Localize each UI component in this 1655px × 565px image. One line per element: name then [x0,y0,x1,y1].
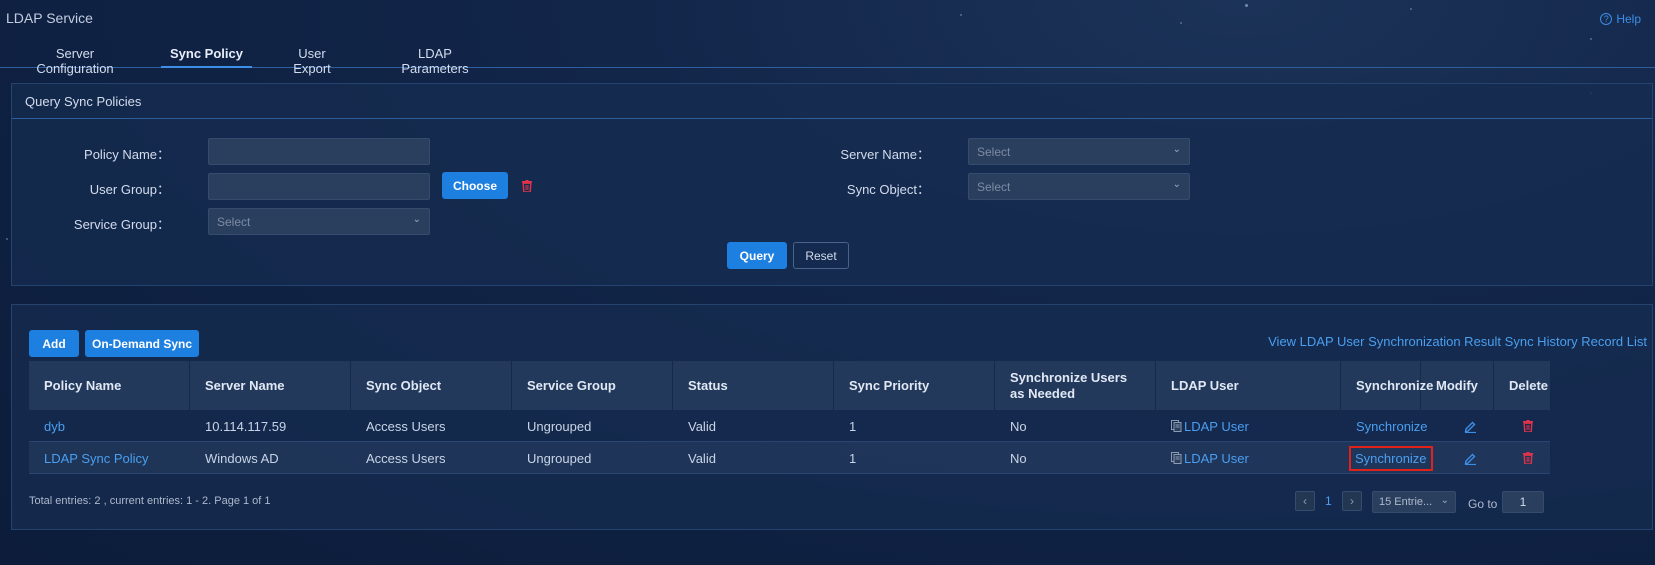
server-name-label: Server Name： [840,147,930,162]
synchronize-link[interactable]: Synchronize [1356,419,1428,434]
sync-as-needed-cell: No [1010,450,1027,466]
policy-name-cell: LDAP Sync Policy [29,442,164,474]
col-service-group[interactable]: Service Group [512,361,673,410]
goto-label: Go to [1468,497,1498,511]
sync-object-label: Sync Object： [846,182,930,197]
policy-name-input[interactable] [208,138,430,165]
header-links: View LDAP User Synchronization Result Sy… [1268,334,1647,349]
service-group-placeholder: Select [217,215,251,229]
col-status[interactable]: Status [673,361,834,410]
service-group-cell: Ungrouped [527,450,592,466]
query-panel-title: Query Sync Policies [12,84,1652,119]
ldap-user-cell: LDAP User [1156,442,1264,474]
help-icon: ? [1600,13,1613,25]
synchronize-cell: Synchronize [1341,410,1443,442]
user-group-label: User Group： [89,182,170,197]
col-server-name[interactable]: Server Name [190,361,351,410]
prev-page-icon[interactable]: ‹ [1295,491,1315,511]
server-name-placeholder: Select [977,145,1011,159]
service-group-label: Service Group： [73,217,170,232]
status-cell: Valid [688,450,716,466]
sync-as-needed-cell: No [1010,418,1027,434]
sync-policy-table: Policy Name Server Name Sync Object Serv… [29,361,1550,474]
server-name-cell: Windows AD [205,450,279,466]
delete-cell [1508,442,1548,474]
help-label: Help [1616,12,1641,26]
table-row: dyb 10.114.117.59 Access Users Ungrouped… [29,410,1550,442]
table-row: LDAP Sync Policy Windows AD Access Users… [29,442,1550,474]
next-page-icon[interactable]: › [1342,491,1362,511]
table-header: Policy Name Server Name Sync Object Serv… [29,361,1550,410]
tab-user-export[interactable]: User Export [279,46,345,76]
col-policy-name[interactable]: Policy Name [29,361,190,410]
col-sync-priority[interactable]: Sync Priority [834,361,995,410]
edit-icon[interactable] [1464,420,1477,433]
document-icon [1171,420,1182,432]
chevron-down-icon: ⌄ [412,214,421,225]
on-demand-sync-button[interactable]: On-Demand Sync [85,330,199,357]
choose-button[interactable]: Choose [442,172,508,199]
sync-object-placeholder: Select [977,180,1011,194]
trash-icon[interactable] [1523,452,1533,464]
ldap-user-link[interactable]: LDAP User [1184,451,1249,466]
help-link[interactable]: ? Help [1600,12,1641,26]
policy-name-link[interactable]: dyb [44,419,65,434]
query-panel: Query Sync Policies Policy Name： User Gr… [11,83,1653,286]
tab-bar: Server Configuration Sync Policy User Ex… [0,42,1655,76]
app-title: LDAP Service [6,10,93,26]
tab-sync-policy[interactable]: Sync Policy [161,46,252,68]
modify-cell [1449,410,1492,442]
col-sync-as-needed[interactable]: Synchronize Users as Needed [995,361,1156,410]
server-name-cell: 10.114.117.59 [205,418,287,434]
sync-object-cell: Access Users [366,450,446,466]
sync-priority-cell: 1 [849,418,857,434]
policy-list-panel: Add On-Demand Sync View LDAP User Synchr… [11,304,1653,530]
col-synchronize[interactable]: Synchronize [1341,361,1433,410]
sync-priority-cell: 1 [849,450,857,466]
col-sync-object[interactable]: Sync Object [351,361,512,410]
page-size-select[interactable]: 15 Entrie... ⌄ [1372,491,1456,513]
view-sync-result-link[interactable]: View LDAP User Synchronization Result [1268,334,1501,349]
trash-icon[interactable] [1523,420,1533,432]
tab-server-configuration[interactable]: Server Configuration [16,46,134,76]
col-delete[interactable]: Delete [1494,361,1550,410]
chevron-down-icon: ⌄ [1440,495,1449,506]
sync-object-select[interactable]: Select ⌄ [968,173,1190,200]
chevron-down-icon: ⌄ [1172,144,1181,155]
ldap-user-link[interactable]: LDAP User [1184,419,1249,434]
delete-cell [1508,410,1548,442]
trash-icon[interactable] [522,180,532,192]
status-cell: Valid [688,418,716,434]
policy-name-cell: dyb [29,410,80,442]
document-icon [1171,452,1182,464]
policy-name-link[interactable]: LDAP Sync Policy [44,451,149,466]
policy-name-label: Policy Name： [84,147,170,162]
chevron-down-icon: ⌄ [1172,179,1181,190]
tab-ldap-parameters[interactable]: LDAP Parameters [386,46,484,76]
col-modify[interactable]: Modify [1421,361,1494,410]
sync-object-cell: Access Users [366,418,446,434]
server-name-select[interactable]: Select ⌄ [968,138,1190,165]
pagination-summary: Total entries: 2 , current entries: 1 - … [29,495,271,507]
goto-page-input[interactable]: 1 [1502,491,1544,513]
page-size-value: 15 Entrie... [1379,496,1433,508]
synchronize-cell: Synchronize [1341,442,1446,474]
ldap-user-cell: LDAP User [1156,410,1264,442]
sync-history-link[interactable]: Sync History Record List [1505,334,1647,349]
user-group-input[interactable] [208,173,430,200]
service-group-select[interactable]: Select ⌄ [208,208,430,235]
service-group-cell: Ungrouped [527,418,592,434]
col-ldap-user[interactable]: LDAP User [1156,361,1341,410]
page-number[interactable]: 1 [1325,494,1332,508]
add-button[interactable]: Add [29,330,79,357]
query-button[interactable]: Query [727,242,787,269]
reset-button[interactable]: Reset [793,242,849,269]
synchronize-link-highlighted[interactable]: Synchronize [1349,445,1433,471]
modify-cell [1449,442,1492,474]
edit-icon[interactable] [1464,452,1477,465]
